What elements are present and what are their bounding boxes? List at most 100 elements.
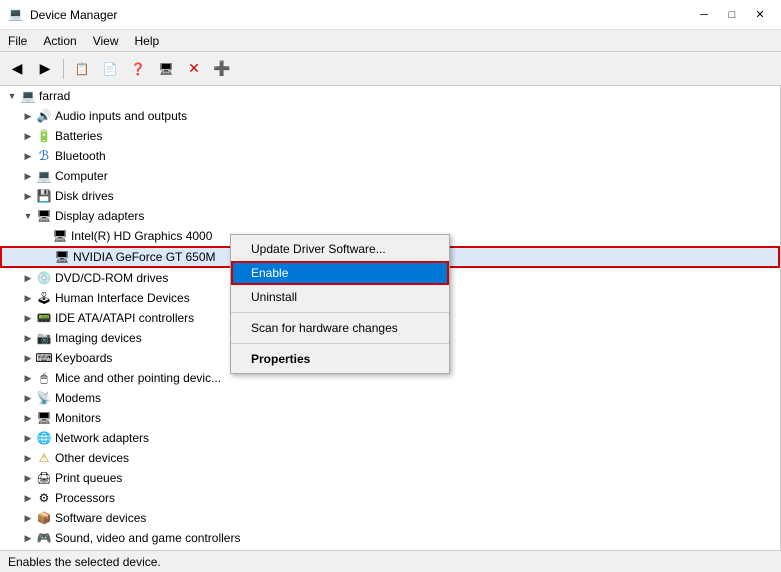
imaging-icon: 📷	[36, 330, 52, 346]
ctx-properties[interactable]: Properties	[231, 347, 449, 371]
batteries-icon: 🔋	[36, 128, 52, 144]
status-text: Enables the selected device.	[8, 555, 161, 569]
processors-icon: ⚙	[36, 490, 52, 506]
ctx-uninstall[interactable]: Uninstall	[231, 285, 449, 309]
mice-expand-icon[interactable]: ▶	[20, 370, 36, 386]
modems-icon: 📡	[36, 390, 52, 406]
status-bar: Enables the selected device.	[0, 550, 781, 572]
ide-expand-icon[interactable]: ▶	[20, 310, 36, 326]
tree-item-audio[interactable]: ▶ 🔊 Audio inputs and outputs	[0, 106, 780, 126]
dvd-label: DVD/CD-ROM drives	[55, 271, 168, 285]
disk-expand-icon[interactable]: ▶	[20, 188, 36, 204]
disk-label: Disk drives	[55, 189, 114, 203]
modems-label: Modems	[55, 391, 101, 405]
print-icon: 🖨	[36, 470, 52, 486]
back-button[interactable]: ◀	[4, 56, 30, 82]
tree-item-computer[interactable]: ▶ 💻 Computer	[0, 166, 780, 186]
display-button[interactable]: 🖥	[153, 56, 179, 82]
imaging-label: Imaging devices	[55, 331, 142, 345]
tree-item-bluetooth[interactable]: ▶ ℬ Bluetooth	[0, 146, 780, 166]
monitors-icon: 🖥	[36, 410, 52, 426]
ide-label: IDE ATA/ATAPI controllers	[55, 311, 194, 325]
sound-expand-icon[interactable]: ▶	[20, 530, 36, 546]
keyboards-label: Keyboards	[55, 351, 112, 365]
monitors-expand-icon[interactable]: ▶	[20, 410, 36, 426]
update-driver-button[interactable]: 📄	[97, 56, 123, 82]
ctx-enable[interactable]: Enable	[231, 261, 449, 285]
keyboards-expand-icon[interactable]: ▶	[20, 350, 36, 366]
imaging-expand-icon[interactable]: ▶	[20, 330, 36, 346]
tree-root[interactable]: ▼ 💻 farrad	[0, 86, 780, 106]
processors-expand-icon[interactable]: ▶	[20, 490, 36, 506]
close-button[interactable]: ✕	[747, 4, 773, 26]
menu-help[interactable]: Help	[127, 30, 168, 51]
device-tree[interactable]: ▼ 💻 farrad ▶ 🔊 Audio inputs and outputs …	[0, 86, 781, 550]
toolbar: ◀ ▶ 📋 📄 ❓ 🖥 ✕ ➕	[0, 52, 781, 86]
root-expand-icon[interactable]: ▼	[4, 88, 20, 104]
display-icon: 🖥	[36, 208, 52, 224]
menu-file[interactable]: File	[0, 30, 35, 51]
sound-icon: 🎮	[36, 530, 52, 546]
display-expand-icon[interactable]: ▼	[20, 208, 36, 224]
network-expand-icon[interactable]: ▶	[20, 430, 36, 446]
tree-item-other[interactable]: ▶ ⚠ Other devices	[0, 448, 780, 468]
ctx-sep-1	[231, 312, 449, 313]
keyboards-icon: ⌨	[36, 350, 52, 366]
computer-icon: 💻	[36, 168, 52, 184]
maximize-button[interactable]: □	[719, 4, 745, 26]
minimize-button[interactable]: ─	[691, 4, 717, 26]
root-label: farrad	[39, 89, 70, 103]
network-label: Network adapters	[55, 431, 149, 445]
nvidia-label: NVIDIA GeForce GT 650M	[73, 250, 216, 264]
menu-action[interactable]: Action	[35, 30, 84, 51]
menu-view[interactable]: View	[85, 30, 127, 51]
audio-icon: 🔊	[36, 108, 52, 124]
mice-label: Mice and other pointing devic...	[55, 371, 221, 385]
hid-expand-icon[interactable]: ▶	[20, 290, 36, 306]
audio-expand-icon[interactable]: ▶	[20, 108, 36, 124]
tree-item-processors[interactable]: ▶ ⚙ Processors	[0, 488, 780, 508]
ctx-sep-2	[231, 343, 449, 344]
help-button[interactable]: ❓	[125, 56, 151, 82]
scan-button[interactable]: ➕	[209, 56, 235, 82]
uninstall-button[interactable]: ✕	[181, 56, 207, 82]
forward-button[interactable]: ▶	[32, 56, 58, 82]
display-label: Display adapters	[55, 209, 144, 223]
tree-item-print[interactable]: ▶ 🖨 Print queues	[0, 468, 780, 488]
computer-expand-icon[interactable]: ▶	[20, 168, 36, 184]
tree-item-sound[interactable]: ▶ 🎮 Sound, video and game controllers	[0, 528, 780, 548]
software-expand-icon[interactable]: ▶	[20, 510, 36, 526]
batteries-label: Batteries	[55, 129, 102, 143]
batteries-expand-icon[interactable]: ▶	[20, 128, 36, 144]
disk-icon: 💾	[36, 188, 52, 204]
bluetooth-expand-icon[interactable]: ▶	[20, 148, 36, 164]
tree-item-display[interactable]: ▼ 🖥 Display adapters	[0, 206, 780, 226]
other-expand-icon[interactable]: ▶	[20, 450, 36, 466]
modems-expand-icon[interactable]: ▶	[20, 390, 36, 406]
tree-item-monitors[interactable]: ▶ 🖥 Monitors	[0, 408, 780, 428]
intel-gpu-label: Intel(R) HD Graphics 4000	[71, 229, 212, 243]
dvd-expand-icon[interactable]: ▶	[20, 270, 36, 286]
tree-item-storage[interactable]: ▶ 💾 Storage controllers	[0, 548, 780, 550]
tree-item-disk[interactable]: ▶ 💾 Disk drives	[0, 186, 780, 206]
print-label: Print queues	[55, 471, 122, 485]
context-menu: Update Driver Software... Enable Uninsta…	[230, 234, 450, 374]
tree-item-software[interactable]: ▶ 📦 Software devices	[0, 508, 780, 528]
intel-gpu-icon: 🖥	[52, 228, 68, 244]
toolbar-sep-1	[63, 59, 64, 79]
window-title: Device Manager	[30, 8, 691, 22]
network-icon: 🌐	[36, 430, 52, 446]
print-expand-icon[interactable]: ▶	[20, 470, 36, 486]
properties-button[interactable]: 📋	[69, 56, 95, 82]
mice-icon: 🖱	[36, 370, 52, 386]
ide-icon: 📟	[36, 310, 52, 326]
other-label: Other devices	[55, 451, 129, 465]
ctx-update-driver[interactable]: Update Driver Software...	[231, 237, 449, 261]
ctx-scan[interactable]: Scan for hardware changes	[231, 316, 449, 340]
hid-icon: 🕹	[36, 290, 52, 306]
title-bar: 💻 Device Manager ─ □ ✕	[0, 0, 781, 30]
tree-item-modems[interactable]: ▶ 📡 Modems	[0, 388, 780, 408]
tree-item-batteries[interactable]: ▶ 🔋 Batteries	[0, 126, 780, 146]
audio-label: Audio inputs and outputs	[55, 109, 187, 123]
tree-item-network[interactable]: ▶ 🌐 Network adapters	[0, 428, 780, 448]
